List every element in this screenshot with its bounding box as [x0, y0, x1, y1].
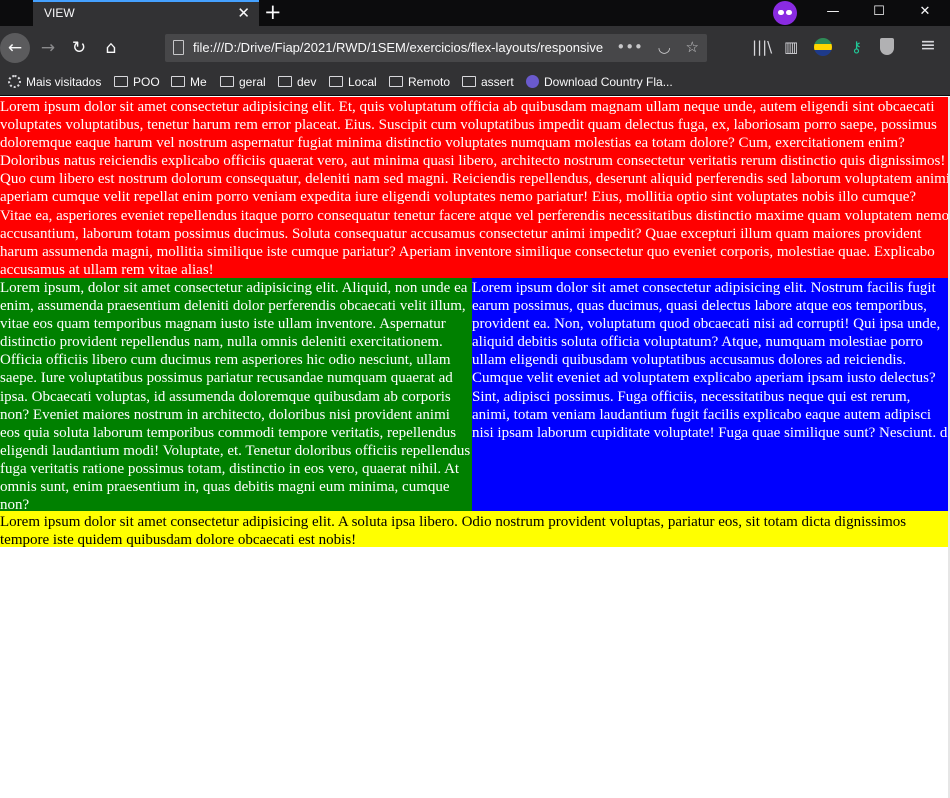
bookmark-item[interactable]: POO: [114, 75, 160, 89]
shield-icon[interactable]: [880, 38, 894, 55]
home-icon[interactable]: ⌂: [96, 33, 126, 63]
extension-flag-icon[interactable]: [814, 38, 832, 56]
bookmark-item[interactable]: dev: [278, 75, 316, 89]
navigation-toolbar: ← → ↻ ⌂ file:///D:/Drive/Fiap/2021/RWD/1…: [0, 26, 950, 70]
private-browsing-mask-icon: [773, 1, 797, 25]
green-flex-box: Lorem ipsum, dolor sit amet consectetur …: [0, 278, 472, 511]
folder-icon: [114, 76, 128, 87]
page-icon: [173, 40, 184, 55]
blue-box-text: Lorem ipsum dolor sit amet consectetur a…: [472, 280, 948, 441]
bookmark-item[interactable]: Download Country Fla...: [526, 75, 673, 89]
red-box-text: Lorem ipsum dolor sit amet consectetur a…: [0, 99, 950, 278]
tab-bar: VIEW ✕ + — ☐ ✕: [0, 0, 950, 26]
tab-view[interactable]: VIEW ✕: [33, 0, 259, 26]
folder-icon: [389, 76, 403, 87]
green-box-text: Lorem ipsum, dolor sit amet consectetur …: [0, 280, 471, 511]
library-icon[interactable]: |||\: [752, 38, 772, 56]
bookmark-item[interactable]: Local: [329, 75, 377, 89]
page-content: Lorem ipsum dolor sit amet consectetur a…: [0, 97, 950, 798]
folder-icon: [171, 76, 185, 87]
folder-icon: [220, 76, 234, 87]
minimize-icon[interactable]: —: [810, 0, 856, 26]
folder-icon: [462, 76, 476, 87]
folder-icon: [278, 76, 292, 87]
url-text[interactable]: file:///D:/Drive/Fiap/2021/RWD/1SEM/exer…: [193, 40, 621, 55]
blue-flex-box: Lorem ipsum dolor sit amet consectetur a…: [472, 278, 950, 511]
pocket-icon[interactable]: ◡: [658, 38, 671, 56]
close-icon[interactable]: ✕: [237, 4, 250, 22]
forward-arrow-icon[interactable]: →: [33, 33, 63, 63]
yellow-flex-box: Lorem ipsum dolor sit amet consectetur a…: [0, 511, 950, 547]
bookmark-item[interactable]: Me: [171, 75, 207, 89]
gear-icon: [8, 75, 21, 88]
bookmarks-toolbar: Mais visitados POO Me geral dev Local Re…: [0, 70, 950, 96]
bookmark-item[interactable]: assert: [462, 75, 514, 89]
bookmark-item[interactable]: Remoto: [389, 75, 450, 89]
window-close-icon[interactable]: ✕: [902, 0, 948, 26]
globe-icon: [526, 75, 539, 88]
sidebar-icon[interactable]: ▥: [784, 38, 798, 56]
reload-icon[interactable]: ↻: [64, 33, 94, 63]
url-bar[interactable]: file:///D:/Drive/Fiap/2021/RWD/1SEM/exer…: [165, 34, 707, 62]
menu-icon[interactable]: ≡: [920, 36, 936, 55]
key-icon[interactable]: ⚷: [851, 38, 862, 56]
red-flex-box: Lorem ipsum dolor sit amet consectetur a…: [0, 97, 950, 278]
bookmark-item[interactable]: Mais visitados: [8, 75, 101, 89]
folder-icon: [329, 76, 343, 87]
tab-title: VIEW: [44, 6, 75, 20]
new-tab-icon[interactable]: +: [264, 0, 282, 24]
bookmark-item[interactable]: geral: [220, 75, 266, 89]
yellow-box-text: Lorem ipsum dolor sit amet consectetur a…: [0, 514, 907, 547]
bookmark-star-icon[interactable]: ☆: [686, 38, 699, 56]
more-actions-icon[interactable]: •••: [616, 38, 643, 56]
maximize-icon[interactable]: ☐: [856, 0, 902, 26]
back-arrow-icon[interactable]: ←: [0, 33, 30, 63]
